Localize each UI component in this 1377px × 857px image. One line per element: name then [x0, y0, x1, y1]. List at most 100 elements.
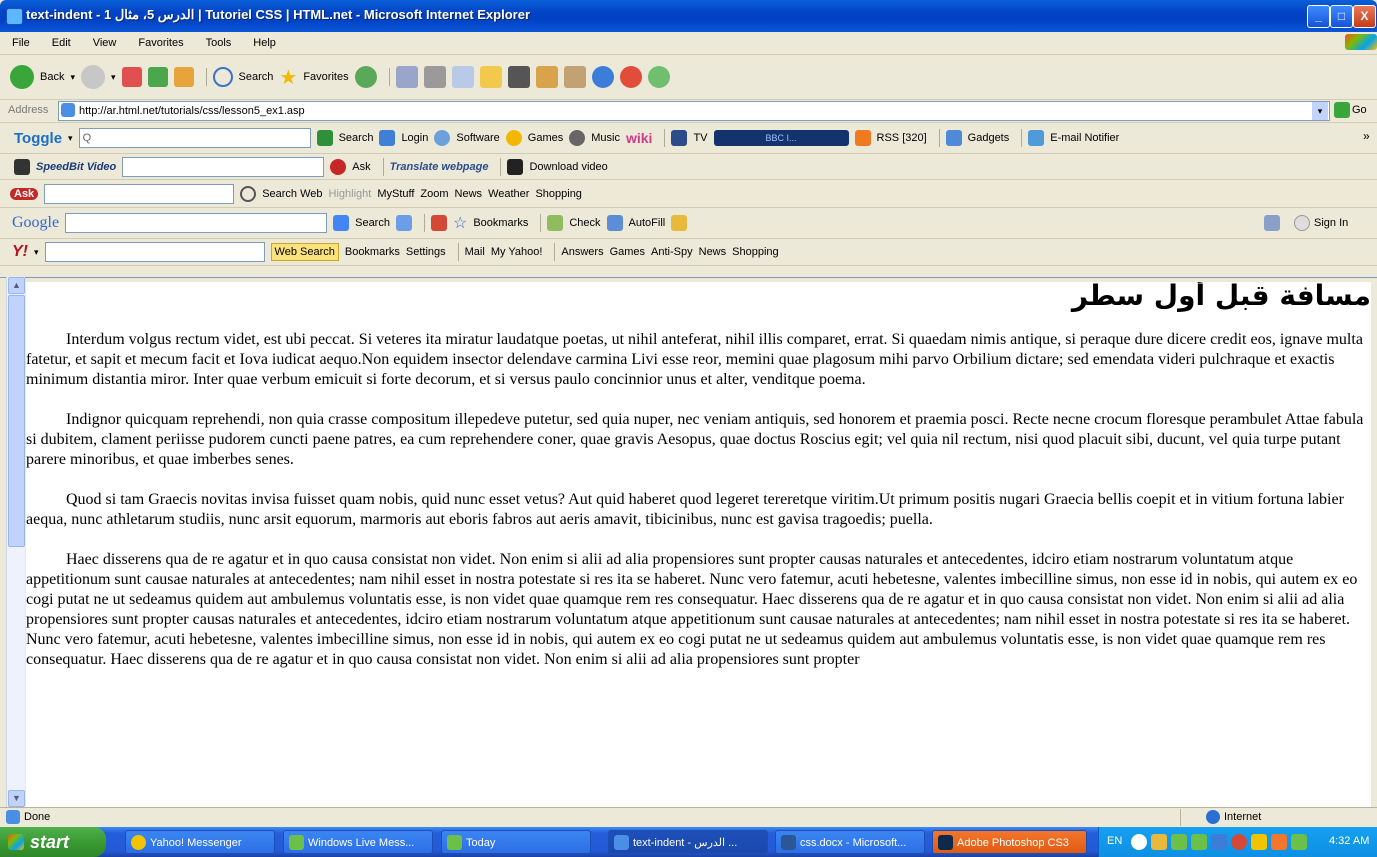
toggle-tv[interactable]: TV	[693, 132, 707, 144]
yahoo-my-yahoo[interactable]: My Yahoo!	[491, 246, 543, 258]
back-button[interactable]: Back	[40, 71, 64, 83]
toggle-search-input[interactable]: Q	[78, 128, 311, 148]
start-button[interactable]: start	[0, 827, 106, 857]
task-internet-explorer[interactable]: text-indent - الدرس ...	[608, 830, 768, 854]
toggle-music[interactable]: Music	[591, 132, 620, 144]
home-icon[interactable]	[173, 67, 194, 87]
go-arrow-icon[interactable]	[1334, 102, 1350, 118]
messenger-icon[interactable]	[507, 66, 530, 88]
close-button[interactable]: X	[1353, 5, 1376, 28]
vertical-scrollbar[interactable]: ▲ ▼	[6, 277, 25, 807]
stop-icon[interactable]	[121, 67, 142, 87]
scroll-up-icon[interactable]: ▲	[8, 277, 25, 294]
sign-in-icon[interactable]	[1294, 215, 1310, 231]
smiley-icon[interactable]	[619, 66, 642, 88]
tray-app-icon[interactable]	[1231, 834, 1247, 850]
toggle-rss[interactable]: RSS [320]	[877, 132, 927, 144]
toggle-dropdown-icon[interactable]: ▾	[68, 133, 73, 144]
gadgets-icon[interactable]	[945, 130, 962, 146]
edit-icon[interactable]	[451, 66, 474, 88]
yahoo-mail[interactable]: Mail	[465, 246, 485, 258]
yahoo-logo[interactable]: Y!	[12, 243, 28, 261]
toolbar-overflow-icon[interactable]: »	[1363, 129, 1370, 143]
yahoo-settings[interactable]: Settings	[406, 246, 446, 258]
favorites-star-icon[interactable]: ★	[279, 65, 297, 90]
login-icon[interactable]	[379, 130, 396, 146]
tray-expand-icon[interactable]	[1131, 834, 1147, 850]
google-sign-in[interactable]: Sign In	[1314, 217, 1348, 229]
tray-app-icon[interactable]	[1171, 834, 1187, 850]
ask-zoom[interactable]: Zoom	[420, 188, 448, 200]
toggle-email-notifier[interactable]: E-mail Notifier	[1050, 132, 1119, 144]
toggle-gadgets[interactable]: Gadgets	[968, 132, 1010, 144]
window-title-bar[interactable]: text-indent - الدرس 5، مثال 1 | Tutoriel…	[0, 0, 1377, 32]
mail-icon[interactable]	[395, 66, 418, 88]
google-search-icon[interactable]	[333, 215, 350, 231]
task-windows-live-messenger[interactable]: Windows Live Mess...	[283, 830, 433, 854]
tray-app-icon[interactable]	[1211, 834, 1227, 850]
speedbit-search-input[interactable]	[122, 156, 325, 177]
menu-edit[interactable]: Edit	[44, 33, 79, 53]
games-icon[interactable]	[505, 130, 522, 146]
research-icon[interactable]	[563, 66, 586, 88]
tray-app-icon[interactable]	[1251, 834, 1267, 850]
tray-app-icon[interactable]	[1271, 834, 1287, 850]
globe-icon[interactable]	[591, 66, 614, 88]
folder-icon[interactable]	[479, 66, 502, 88]
toggle-games[interactable]: Games	[528, 132, 563, 144]
menu-help[interactable]: Help	[245, 33, 284, 53]
yahoo-games[interactable]: Games	[610, 246, 645, 258]
menu-view[interactable]: View	[85, 33, 125, 53]
translate-webpage[interactable]: Translate webpage	[390, 161, 489, 173]
scroll-down-icon[interactable]: ▼	[8, 790, 25, 807]
software-icon[interactable]	[434, 130, 451, 146]
yahoo-anti-spy[interactable]: Anti-Spy	[651, 246, 693, 258]
toggle-wiki[interactable]: wiki	[626, 130, 652, 146]
download-video-icon[interactable]	[507, 158, 524, 175]
popup-blocker-icon[interactable]	[430, 215, 447, 231]
scroll-thumb[interactable]	[8, 295, 25, 547]
yahoo-bookmarks[interactable]: Bookmarks	[345, 246, 400, 258]
task-today[interactable]: Today	[441, 830, 591, 854]
toggle-login[interactable]: Login	[401, 132, 428, 144]
bookmarks-star-icon[interactable]: ☆	[453, 213, 467, 233]
address-dropdown-icon[interactable]: ▾	[1312, 102, 1328, 120]
tray-app-icon[interactable]	[1151, 834, 1167, 850]
back-dropdown-icon[interactable]: ▾	[70, 72, 75, 83]
download-video[interactable]: Download video	[529, 161, 607, 173]
search-web-icon[interactable]	[240, 185, 257, 202]
msn-buddy-icon[interactable]	[647, 66, 670, 88]
task-photoshop[interactable]: Adobe Photoshop CS3	[932, 830, 1087, 854]
task-word-document[interactable]: css.docx - Microsoft...	[775, 830, 925, 854]
google-search-input[interactable]	[65, 213, 328, 233]
yahoo-search-input[interactable]	[44, 242, 265, 262]
address-url[interactable]: http://ar.html.net/tutorials/css/lesson5…	[59, 105, 305, 117]
ask-search-input[interactable]	[44, 183, 235, 204]
wrench-icon[interactable]	[1264, 215, 1280, 231]
search-icon[interactable]	[212, 67, 233, 87]
yahoo-dropdown-icon[interactable]: ▾	[34, 247, 39, 258]
language-indicator[interactable]: EN	[1107, 835, 1122, 847]
yahoo-shopping[interactable]: Shopping	[732, 246, 779, 258]
ask-mystuff[interactable]: MyStuff	[377, 188, 414, 200]
search-button[interactable]: Search	[239, 71, 274, 83]
google-bookmarks[interactable]: Bookmarks	[473, 217, 528, 229]
ask-logo[interactable]: Ask	[10, 187, 39, 200]
autofill-icon[interactable]	[606, 215, 623, 231]
tv-icon[interactable]	[671, 130, 688, 146]
search-go-icon[interactable]	[316, 130, 333, 146]
maximize-button[interactable]: □	[1330, 5, 1353, 28]
google-check[interactable]: Check	[569, 217, 600, 229]
ask-weather[interactable]: Weather	[488, 188, 529, 200]
ask-icon[interactable]	[330, 158, 347, 175]
back-arrow-icon[interactable]	[10, 65, 34, 89]
toggle-software[interactable]: Software	[456, 132, 499, 144]
toggle-search-button[interactable]: Search	[339, 132, 374, 144]
minimize-button[interactable]: _	[1307, 5, 1330, 28]
menu-file[interactable]: File	[4, 33, 38, 53]
history-icon[interactable]	[354, 66, 377, 88]
rss-icon[interactable]	[854, 130, 871, 146]
speedbit-ask[interactable]: Ask	[352, 161, 370, 173]
music-icon[interactable]	[569, 130, 586, 146]
google-plus-icon[interactable]	[395, 215, 412, 231]
